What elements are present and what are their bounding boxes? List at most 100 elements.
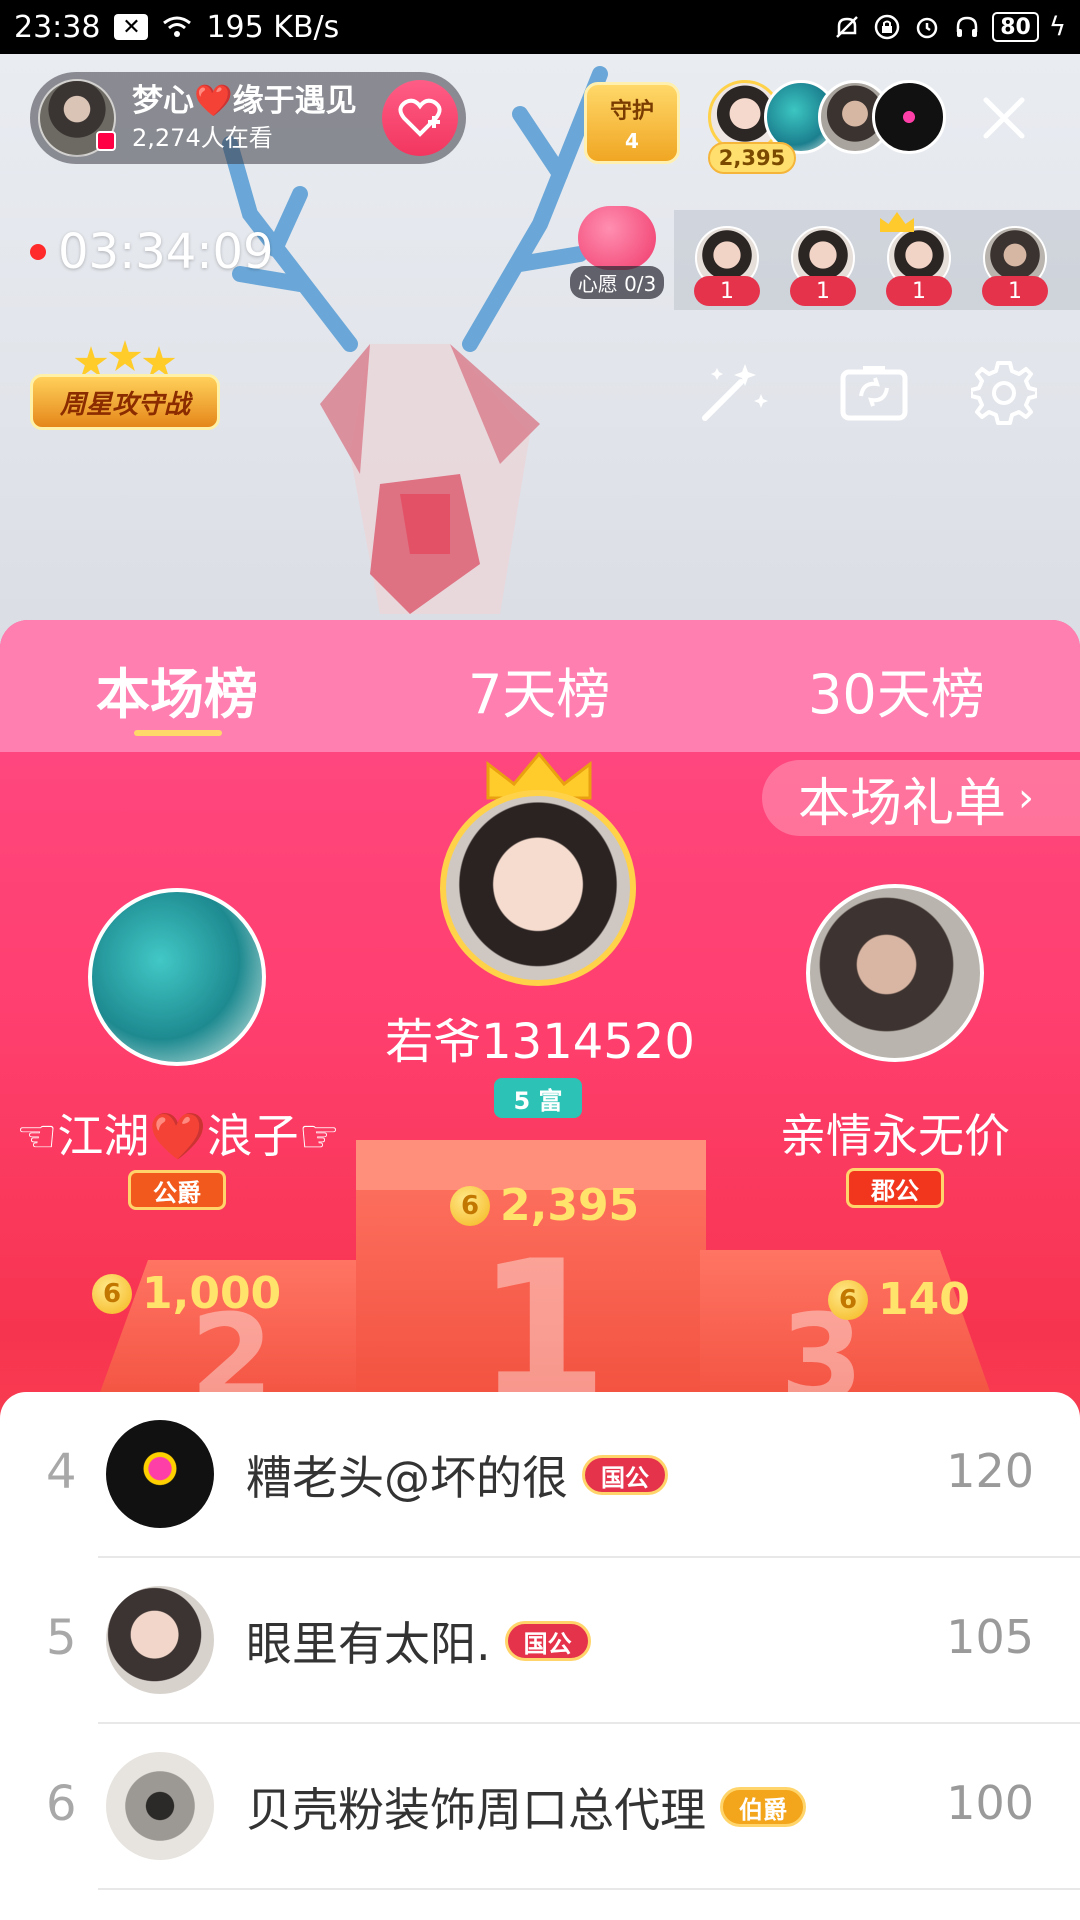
weekly-star-label: 周星攻守战	[30, 374, 220, 430]
battery-icon: 80	[992, 12, 1039, 42]
status-bar: 23:38 ✕ 195 KB/s 80 ϟ	[0, 0, 1080, 54]
third-place-avatar[interactable]	[806, 884, 984, 1062]
follow-button[interactable]	[382, 80, 458, 156]
list-title-badge: 国公	[504, 1621, 591, 1661]
close-button[interactable]	[978, 92, 1030, 144]
crown-icon	[880, 212, 914, 232]
third-place-coin-value: 140	[878, 1274, 970, 1325]
first-place-name: 若爷1314520	[385, 1014, 695, 1070]
host-avatar[interactable]	[38, 79, 116, 157]
list-score: 120	[946, 1444, 1034, 1498]
guest-seat-count: 1	[886, 276, 952, 306]
guest-seat[interactable]: 1	[684, 226, 770, 306]
list-name: 糟老头@坏的很 国公	[246, 1442, 668, 1508]
settings-button[interactable]	[966, 354, 1042, 430]
guest-seat[interactable]: 1	[780, 226, 866, 306]
guard-label: 守护	[609, 99, 654, 124]
guard-count: 4	[625, 129, 639, 153]
guest-seat-count: 1	[790, 276, 856, 306]
tab-30-days[interactable]: 30天榜	[808, 650, 985, 729]
wish-label: 心愿 0/3	[569, 266, 665, 299]
second-place-avatar[interactable]	[88, 888, 266, 1066]
second-place-title-badge: 公爵	[128, 1170, 226, 1210]
list-name-text: 眼里有太阳.	[246, 1617, 491, 1671]
first-place-coins: 6 2,395	[450, 1180, 639, 1231]
headphones-icon	[952, 12, 982, 42]
tab-current-session[interactable]: 本场榜	[96, 650, 258, 729]
recording-dot-icon	[30, 244, 46, 260]
second-place-name: ☜江湖❤️浪子☞	[16, 1109, 340, 1163]
list-avatar	[106, 1752, 214, 1860]
guest-seat-count: 1	[982, 276, 1048, 306]
list-rank: 5	[46, 1610, 77, 1666]
guest-seats: 1 1 1 1	[674, 210, 1080, 310]
list-rank: 6	[46, 1776, 77, 1832]
ranking-tabs: 本场榜 7天榜 30天榜	[0, 620, 1080, 752]
lock-icon	[872, 12, 902, 42]
live-timer-text: 03:34:09	[58, 224, 274, 280]
alarm-icon	[912, 12, 942, 42]
wifi-icon	[162, 12, 192, 42]
heart-plus-icon	[398, 98, 442, 137]
gift-list-button[interactable]: 本场礼单 ›	[762, 760, 1080, 836]
guest-seat[interactable]: 1	[876, 212, 962, 306]
top-viewers[interactable]: 2,395	[708, 80, 948, 174]
coin-icon: 6	[828, 1279, 868, 1320]
list-avatar	[106, 1586, 214, 1694]
list-item[interactable]: 4 糟老头@坏的很 国公 120	[0, 1392, 1080, 1558]
list-rank: 4	[46, 1444, 77, 1500]
coin-icon: 6	[450, 1185, 490, 1226]
first-place-coin-value: 2,395	[500, 1180, 640, 1231]
tab-7-days[interactable]: 7天榜	[468, 650, 610, 729]
wish-heart-icon	[578, 206, 656, 270]
list-score: 100	[946, 1776, 1034, 1830]
list-score: 105	[946, 1610, 1034, 1664]
list-item[interactable]: 6 贝壳粉装饰周口总代理 伯爵 100	[0, 1724, 1080, 1890]
network-speed: 195 KB/s	[206, 9, 340, 45]
star-icon	[108, 340, 142, 371]
live-room-screen: 23:38 ✕ 195 KB/s 80 ϟ 梦心❤️缘于遇见 2,274人在看 …	[0, 0, 1080, 1920]
wish-widget[interactable]: 心愿 0/3	[566, 206, 668, 306]
weekly-star-badge[interactable]: 周星攻守战	[30, 340, 220, 432]
list-title-badge: 国公	[582, 1455, 668, 1495]
list-divider	[98, 1888, 1080, 1890]
flip-camera-button[interactable]	[836, 354, 912, 430]
ranking-list: 4 糟老头@坏的很 国公 120 5 眼里有太阳. 国公 105 6 贝壳粉装饰…	[0, 1392, 1080, 1920]
gift-list-label: 本场礼单	[798, 773, 1007, 834]
top-viewer-score: 2,395	[708, 142, 796, 174]
third-place-title-badge: 郡公	[846, 1168, 944, 1208]
gear-icon	[971, 361, 1037, 425]
magic-wand-icon	[702, 364, 768, 421]
list-name: 贝壳粉装饰周口总代理 伯爵	[246, 1774, 806, 1840]
third-place-name: 亲情永无价	[780, 1109, 1010, 1163]
host-info-pill[interactable]: 梦心❤️缘于遇见 2,274人在看	[30, 72, 466, 164]
list-title-badge: 伯爵	[720, 1787, 806, 1827]
second-place-coin-value: 1,000	[142, 1268, 282, 1319]
first-place-wealth-badge: 5 富	[494, 1078, 582, 1118]
list-name-text: 糟老头@坏的很	[246, 1451, 568, 1505]
list-name-text: 贝壳粉装饰周口总代理	[246, 1783, 706, 1837]
live-indicator-icon	[96, 131, 116, 151]
guard-badge[interactable]: 守护 4	[584, 82, 680, 164]
live-timer: 03:34:09	[30, 224, 274, 280]
list-avatar	[106, 1420, 214, 1528]
status-time: 23:38	[14, 9, 101, 45]
guest-seat-count: 1	[694, 276, 760, 306]
top-viewer-avatar[interactable]	[872, 80, 946, 154]
mute-icon	[832, 12, 862, 42]
notification-x-icon: ✕	[114, 14, 149, 40]
guest-seat[interactable]: 1	[972, 226, 1058, 306]
close-icon	[983, 97, 1025, 139]
first-place-avatar[interactable]	[440, 790, 636, 986]
chevron-right-icon: ›	[1018, 775, 1035, 821]
viewer-count: 2,274人在看	[132, 124, 273, 153]
camera-flip-icon	[840, 366, 908, 421]
second-place-coins: 6 1,000	[92, 1268, 281, 1319]
beauty-wand-button[interactable]	[696, 354, 772, 430]
list-name: 眼里有太阳. 国公	[246, 1608, 591, 1674]
coin-icon: 6	[92, 1273, 132, 1314]
charging-icon: ϟ	[1048, 12, 1066, 42]
host-name: 梦心❤️缘于遇见	[132, 83, 357, 119]
third-place-coins: 6 140	[828, 1274, 970, 1325]
list-item[interactable]: 5 眼里有太阳. 国公 105	[0, 1558, 1080, 1724]
